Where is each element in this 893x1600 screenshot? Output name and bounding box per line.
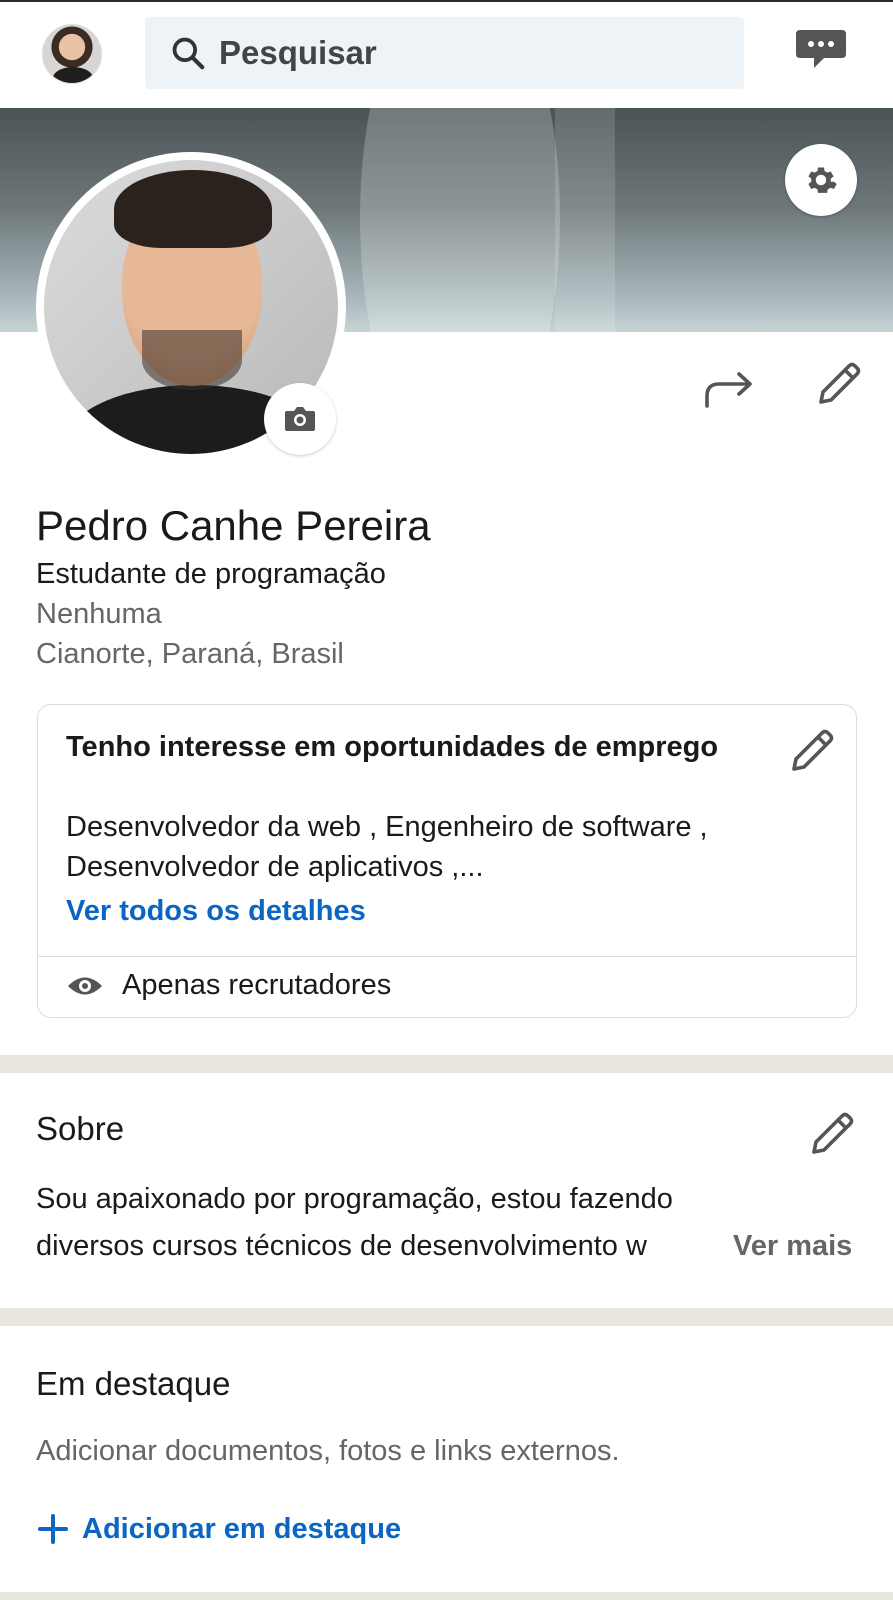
see-all-details-link[interactable]: Ver todos os detalhes xyxy=(66,895,366,928)
open-to-work-description: Desenvolvedor da web , Engenheiro de sof… xyxy=(66,811,708,883)
add-featured-button[interactable]: Adicionar em destaque xyxy=(36,1512,401,1546)
settings-button[interactable] xyxy=(785,144,857,216)
see-more-link[interactable]: Ver mais xyxy=(733,1230,852,1263)
pencil-icon[interactable] xyxy=(806,1110,856,1160)
search-bar[interactable]: Pesquisar xyxy=(145,17,744,89)
featured-description: Adicionar documentos, fotos e links exte… xyxy=(36,1435,620,1467)
user-avatar[interactable] xyxy=(42,24,102,84)
featured-section-title: Em destaque xyxy=(36,1365,231,1402)
about-text: diversos cursos técnicos de desenvolvime… xyxy=(36,1230,647,1262)
about-section-title: Sobre xyxy=(36,1110,125,1147)
profile-location: Cianorte, Paraná, Brasil xyxy=(36,638,344,670)
photo-hair xyxy=(114,170,272,248)
pencil-icon[interactable] xyxy=(813,360,863,410)
plus-icon xyxy=(38,1514,68,1544)
open-to-work-title: Tenho interesse em oportunidades de empr… xyxy=(66,731,719,763)
gear-icon xyxy=(808,167,837,193)
search-placeholder: Pesquisar xyxy=(219,34,377,71)
about-text: Sou apaixonado por programação, estou fa… xyxy=(36,1183,673,1215)
profile-company: Nenhuma xyxy=(36,598,162,630)
section-separator xyxy=(0,1592,893,1600)
photo-beard xyxy=(142,330,242,390)
banner-decoration xyxy=(360,108,560,332)
divider xyxy=(38,956,856,957)
share-icon[interactable] xyxy=(703,366,757,410)
top-bar: Pesquisar xyxy=(0,2,893,108)
section-separator xyxy=(0,1055,893,1073)
open-to-work-card[interactable]: Tenho interesse em oportunidades de empr… xyxy=(37,704,857,1018)
eye-icon xyxy=(68,977,102,995)
profile-headline: Estudante de programação xyxy=(36,558,386,590)
pencil-icon[interactable] xyxy=(786,727,836,777)
camera-icon xyxy=(285,407,315,431)
change-photo-button[interactable] xyxy=(264,383,336,455)
section-separator xyxy=(0,1308,893,1326)
search-icon xyxy=(172,37,205,70)
visibility-label: Apenas recrutadores xyxy=(122,969,392,1001)
profile-name: Pedro Canhe Pereira xyxy=(36,502,431,549)
banner-decoration xyxy=(555,108,615,332)
message-icon[interactable] xyxy=(794,26,848,72)
add-featured-label: Adicionar em destaque xyxy=(82,1512,402,1545)
